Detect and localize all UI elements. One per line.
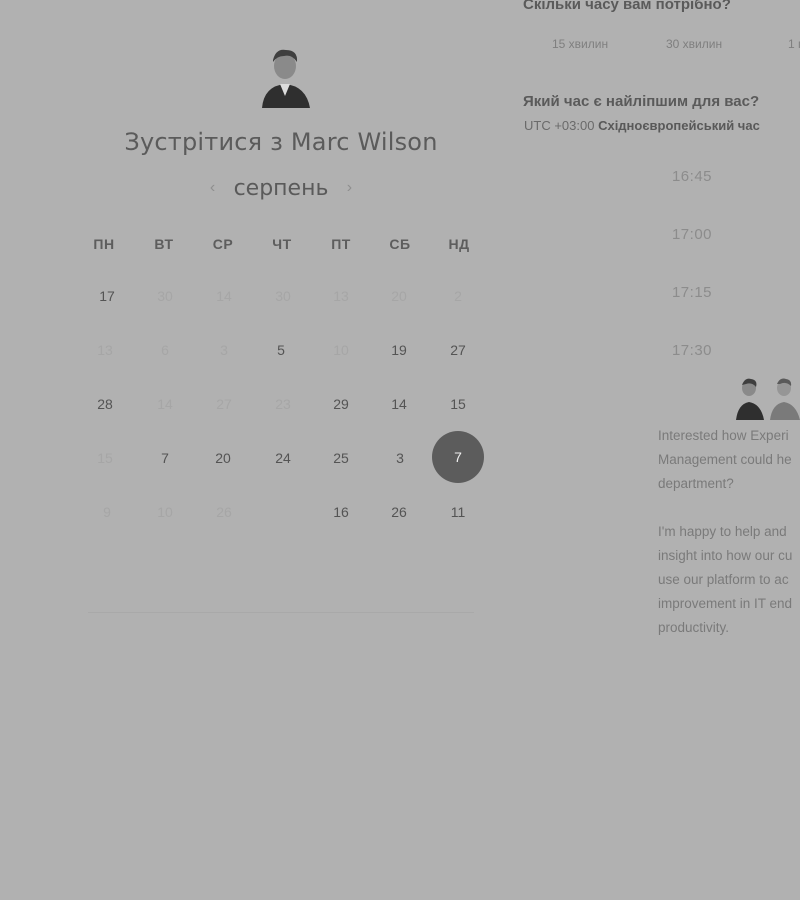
timezone-name: Східноєвропейський час	[598, 118, 760, 133]
duration-option[interactable]: 1 г	[788, 37, 800, 51]
weekday-label: ПТ	[331, 236, 351, 252]
time-slot[interactable]: 17:00	[660, 226, 724, 243]
calendar-divider	[88, 612, 474, 613]
time-slot[interactable]: 17:15	[660, 284, 724, 301]
timezone-offset: UTC +03:00	[524, 118, 595, 133]
chevron-left-icon[interactable]: ‹	[202, 179, 224, 197]
calendar-day-disabled: 13	[333, 288, 349, 304]
calendar-day[interactable]: 3	[375, 433, 425, 483]
duration-question: Скільки часу вам потрібно?	[523, 0, 731, 13]
time-slot[interactable]: 17:30	[660, 342, 724, 359]
host-avatar	[256, 44, 314, 108]
promo-line: department?	[658, 476, 734, 491]
team-avatars	[734, 376, 800, 420]
month-label: серпень	[233, 175, 329, 201]
calendar-day-empty	[258, 487, 308, 537]
duration-option[interactable]: 15 хвилин	[552, 37, 608, 51]
time-question: Який час є найліпшим для вас?	[523, 93, 760, 110]
host-name: Marc Wilson	[290, 128, 438, 156]
calendar-day[interactable]: 25	[316, 433, 366, 483]
calendar-day-disabled: 10	[333, 342, 349, 358]
weekday-label: СР	[212, 236, 234, 252]
meeting-title: Зустрітися з Marc Wilson	[124, 128, 438, 156]
calendar-day[interactable]: 7	[140, 433, 190, 483]
calendar-day-disabled: 26	[216, 504, 232, 520]
promo-line: Management could he	[658, 452, 792, 467]
weekday-label: ВТ	[154, 236, 174, 252]
calendar-day[interactable]: 20	[198, 433, 248, 483]
calendar-day[interactable]: 24	[258, 433, 308, 483]
promo-line: productivity.	[658, 620, 730, 635]
calendar-day-disabled: 30	[157, 288, 173, 304]
promo-line: improvement in IT end	[658, 596, 793, 611]
calendar-day-disabled: 3	[220, 342, 228, 358]
calendar-day[interactable]: 26	[374, 487, 424, 537]
calendar-day[interactable]: 5	[256, 325, 306, 375]
calendar-day[interactable]: 15	[433, 379, 483, 429]
weekday-label: ЧТ	[272, 236, 292, 252]
calendar-day-disabled: 30	[275, 288, 291, 304]
calendar-day-disabled: 10	[157, 504, 173, 520]
calendar-day-disabled: 15	[97, 450, 113, 466]
calendar-day[interactable]: 29	[316, 379, 366, 429]
time-slot[interactable]: 16:45	[660, 168, 724, 185]
calendar-day[interactable]: 17	[82, 271, 132, 321]
calendar-day-disabled: 27	[216, 396, 232, 412]
calendar-day-disabled: 2	[454, 288, 462, 304]
weekday-label: НД	[448, 236, 470, 252]
duration-option[interactable]: 30 хвилин	[666, 37, 722, 51]
calendar-day[interactable]: 27	[433, 325, 483, 375]
calendar-day-disabled: 14	[216, 288, 232, 304]
weekday-label: СБ	[389, 236, 411, 252]
promo-line: I'm happy to help and	[658, 524, 787, 539]
calendar-day-disabled: 23	[275, 396, 291, 412]
calendar-day[interactable]: 14	[374, 379, 424, 429]
promo-line: insight into how our cu	[658, 548, 793, 563]
calendar-day-disabled: 6	[161, 342, 169, 358]
calendar-day[interactable]: 11	[433, 487, 483, 537]
timezone-selector[interactable]: UTC +03:00 Східноєвропейський час	[524, 118, 760, 133]
calendar-day[interactable]: 19	[374, 325, 424, 375]
calendar-day[interactable]: 16	[316, 487, 366, 537]
chevron-right-icon[interactable]: ›	[338, 179, 360, 197]
calendar-day-disabled: 9	[103, 504, 111, 520]
promo-line: Interested how Experi	[658, 428, 789, 443]
calendar-day-disabled: 14	[157, 396, 173, 412]
promo-line: use our platform to ac	[658, 572, 789, 587]
promo-paragraph: Interested how Experi Management could h…	[658, 424, 800, 496]
weekday-label: ПН	[93, 236, 115, 252]
calendar-day-disabled: 13	[97, 342, 113, 358]
calendar-day-selected[interactable]: 7	[432, 431, 484, 483]
month-navigation: ‹ серпень ›	[0, 174, 562, 202]
promo-paragraph: I'm happy to help and insight into how o…	[658, 520, 800, 640]
calendar-day[interactable]: 28	[80, 379, 130, 429]
calendar-day-disabled: 20	[391, 288, 407, 304]
